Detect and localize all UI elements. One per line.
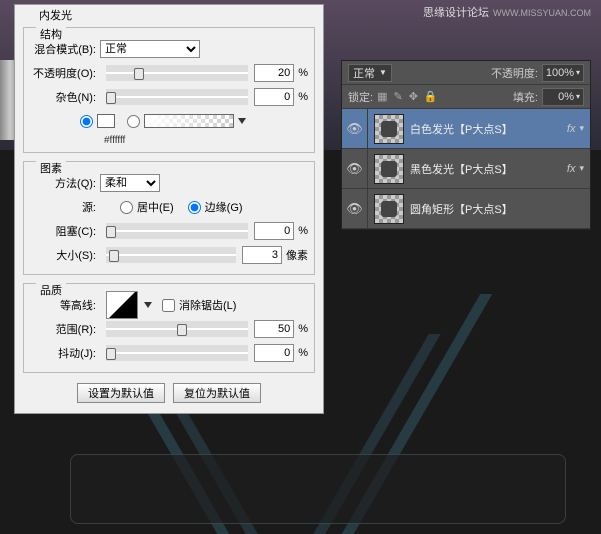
lock-position-icon[interactable]: ✥ <box>409 90 418 103</box>
source-center-radio[interactable] <box>120 201 133 214</box>
noise-input[interactable] <box>254 88 294 106</box>
contour-picker[interactable] <box>106 291 138 319</box>
range-slider[interactable] <box>106 321 248 337</box>
layer-fill-input[interactable]: 0%▾ <box>542 88 584 106</box>
antialias-checkbox[interactable] <box>162 299 175 312</box>
visibility-icon[interactable]: 👁 <box>342 189 368 228</box>
contour-dropdown-icon[interactable] <box>144 302 152 308</box>
source-edge-radio[interactable] <box>188 201 201 214</box>
size-slider[interactable] <box>106 247 236 263</box>
glow-gradient-radio[interactable] <box>127 115 140 128</box>
noise-label: 杂色(N): <box>30 89 100 105</box>
structure-legend: 结构 <box>36 26 66 42</box>
layer-name[interactable]: 黑色发光【P大点S】 <box>410 161 567 177</box>
gradient-dropdown-icon[interactable] <box>238 118 246 124</box>
blend-label: 混合模式(B): <box>30 41 100 57</box>
opacity-input[interactable] <box>254 64 294 82</box>
dialog-title: 内发光 <box>35 7 76 23</box>
layer-opacity-input[interactable]: 100%▾ <box>542 64 584 82</box>
jitter-slider[interactable] <box>106 345 248 361</box>
opacity-label: 不透明度(O): <box>30 65 100 81</box>
jitter-input[interactable] <box>254 344 294 362</box>
fx-badge[interactable]: fx <box>567 123 576 135</box>
elements-legend: 图素 <box>36 160 66 176</box>
lock-all-icon[interactable]: 🔒 <box>424 90 438 103</box>
opacity-slider[interactable] <box>106 65 248 81</box>
watermark: 思缘设计论坛WWW.MISSYUAN.COM <box>423 4 591 20</box>
technique-select[interactable]: 柔和 <box>100 174 160 192</box>
quality-group: 品质 等高线: 消除锯齿(L) 范围(R): % 抖动(J): % <box>23 283 315 373</box>
visibility-icon[interactable]: 👁 <box>342 109 368 148</box>
structure-group: 结构 混合模式(B): 正常 不透明度(O): % 杂色(N): % #ffff… <box>23 27 315 153</box>
choke-input[interactable] <box>254 222 294 240</box>
layer-row[interactable]: 👁 圆角矩形【P大点S】 <box>342 189 590 229</box>
chevron-down-icon[interactable]: ▾ <box>579 163 584 174</box>
blend-mode-select[interactable]: 正常 <box>100 40 200 58</box>
layer-row[interactable]: 👁 白色发光【P大点S】 fx▾ <box>342 109 590 149</box>
quality-legend: 品质 <box>36 282 66 298</box>
layers-panel: 正常▼ 不透明度: 100%▾ 锁定: ▦ ✎ ✥ 🔒 填充: 0%▾ 👁 白色… <box>341 60 591 230</box>
elements-group: 图素 方法(Q): 柔和 源: 居中(E) 边缘(G) 阻塞(C): % 大小(… <box>23 161 315 275</box>
contour-label: 等高线: <box>30 297 100 313</box>
layer-name[interactable]: 圆角矩形【P大点S】 <box>410 201 590 217</box>
color-swatch[interactable] <box>97 114 115 128</box>
choke-label: 阻塞(C): <box>30 223 100 239</box>
source-label: 源: <box>30 199 100 215</box>
lock-pixels-icon[interactable]: ✎ <box>393 90 402 103</box>
size-label: 大小(S): <box>30 247 100 263</box>
layer-row[interactable]: 👁 黑色发光【P大点S】 fx▾ <box>342 149 590 189</box>
visibility-icon[interactable]: 👁 <box>342 149 368 188</box>
layer-thumbnail[interactable] <box>374 194 404 224</box>
size-input[interactable] <box>242 246 282 264</box>
noise-slider[interactable] <box>106 89 248 105</box>
make-default-button[interactable]: 设置为默认值 <box>77 383 165 403</box>
choke-slider[interactable] <box>106 223 248 239</box>
range-label: 范围(R): <box>30 321 100 337</box>
fx-badge[interactable]: fx <box>567 163 576 175</box>
layer-name[interactable]: 白色发光【P大点S】 <box>410 121 567 137</box>
inner-glow-dialog: 内发光 结构 混合模式(B): 正常 不透明度(O): % 杂色(N): % #… <box>14 4 324 414</box>
technique-label: 方法(Q): <box>30 175 100 191</box>
jitter-label: 抖动(J): <box>30 345 100 361</box>
gradient-preview[interactable] <box>144 114 234 128</box>
glow-color-radio[interactable] <box>80 115 93 128</box>
layer-thumbnail[interactable] <box>374 114 404 144</box>
chevron-down-icon[interactable]: ▾ <box>579 123 584 134</box>
hex-value: #ffffff <box>104 135 125 146</box>
layer-blend-select[interactable]: 正常▼ <box>348 64 392 82</box>
range-input[interactable] <box>254 320 294 338</box>
bg-rounded-rect <box>70 454 566 524</box>
reset-default-button[interactable]: 复位为默认值 <box>173 383 261 403</box>
layer-thumbnail[interactable] <box>374 154 404 184</box>
lock-transparency-icon[interactable]: ▦ <box>377 90 387 103</box>
